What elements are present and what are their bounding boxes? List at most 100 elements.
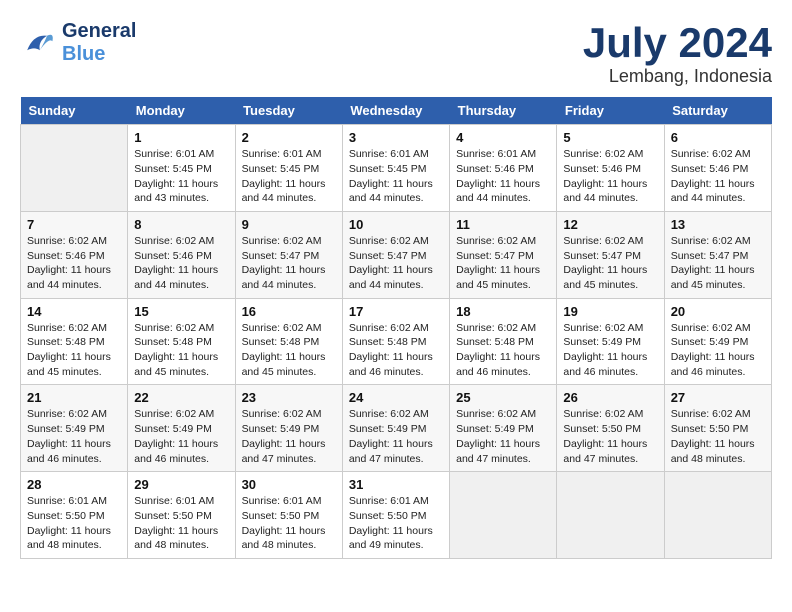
cell-details: Sunrise: 6:01 AMSunset: 5:50 PMDaylight:…: [134, 494, 228, 553]
calendar-cell: 7 Sunrise: 6:02 AMSunset: 5:46 PMDaylight…: [21, 211, 128, 298]
cell-details: Sunrise: 6:02 AMSunset: 5:49 PMDaylight:…: [27, 407, 121, 466]
day-number: 16: [242, 304, 336, 319]
day-number: 10: [349, 217, 443, 232]
cell-details: Sunrise: 6:02 AMSunset: 5:48 PMDaylight:…: [27, 321, 121, 380]
cell-details: Sunrise: 6:01 AMSunset: 5:50 PMDaylight:…: [242, 494, 336, 553]
cell-details: Sunrise: 6:02 AMSunset: 5:46 PMDaylight:…: [27, 234, 121, 293]
calendar-cell: 5 Sunrise: 6:02 AMSunset: 5:46 PMDaylight…: [557, 125, 664, 212]
cell-details: Sunrise: 6:02 AMSunset: 5:49 PMDaylight:…: [349, 407, 443, 466]
calendar-cell: 14 Sunrise: 6:02 AMSunset: 5:48 PMDayligh…: [21, 298, 128, 385]
header-cell-sunday: Sunday: [21, 97, 128, 125]
day-number: 12: [563, 217, 657, 232]
cell-details: Sunrise: 6:01 AMSunset: 5:50 PMDaylight:…: [349, 494, 443, 553]
title-section: July 2024 Lembang, Indonesia: [583, 20, 772, 87]
calendar-cell: 30 Sunrise: 6:01 AMSunset: 5:50 PMDayligh…: [235, 472, 342, 559]
day-number: 26: [563, 390, 657, 405]
day-number: 7: [27, 217, 121, 232]
calendar-cell: 22 Sunrise: 6:02 AMSunset: 5:49 PMDayligh…: [128, 385, 235, 472]
day-number: 27: [671, 390, 765, 405]
calendar-cell: 27 Sunrise: 6:02 AMSunset: 5:50 PMDayligh…: [664, 385, 771, 472]
calendar-cell: 20 Sunrise: 6:02 AMSunset: 5:49 PMDayligh…: [664, 298, 771, 385]
cell-details: Sunrise: 6:01 AMSunset: 5:45 PMDaylight:…: [242, 147, 336, 206]
week-row-5: 28 Sunrise: 6:01 AMSunset: 5:50 PMDayligh…: [21, 472, 772, 559]
calendar-cell: 13 Sunrise: 6:02 AMSunset: 5:47 PMDayligh…: [664, 211, 771, 298]
cell-details: Sunrise: 6:02 AMSunset: 5:48 PMDaylight:…: [242, 321, 336, 380]
calendar-cell: 15Sunrise: 6:02 AMSunset: 5:48 PMDayligh…: [128, 298, 235, 385]
day-number: 8: [134, 217, 228, 232]
calendar-cell: 6Sunrise: 6:02 AMSunset: 5:46 PMDaylight…: [664, 125, 771, 212]
calendar-cell: 4 Sunrise: 6:01 AMSunset: 5:46 PMDaylight…: [450, 125, 557, 212]
cell-details: Sunrise: 6:02 AMSunset: 5:49 PMDaylight:…: [134, 407, 228, 466]
cell-details: Sunrise: 6:02 AMSunset: 5:46 PMDaylight:…: [134, 234, 228, 293]
day-number: 5: [563, 130, 657, 145]
day-number: 17: [349, 304, 443, 319]
cell-details: Sunrise: 6:02 AMSunset: 5:47 PMDaylight:…: [563, 234, 657, 293]
day-number: 21: [27, 390, 121, 405]
header-cell-tuesday: Tuesday: [235, 97, 342, 125]
cell-details: Sunrise: 6:02 AMSunset: 5:49 PMDaylight:…: [671, 321, 765, 380]
week-row-1: 1 Sunrise: 6:01 AMSunset: 5:45 PMDaylight…: [21, 125, 772, 212]
calendar-cell: 8 Sunrise: 6:02 AMSunset: 5:46 PMDaylight…: [128, 211, 235, 298]
calendar-cell: [664, 472, 771, 559]
cell-details: Sunrise: 6:02 AMSunset: 5:48 PMDaylight:…: [134, 321, 228, 380]
calendar-cell: 1 Sunrise: 6:01 AMSunset: 5:45 PMDaylight…: [128, 125, 235, 212]
calendar-cell: 10 Sunrise: 6:02 AMSunset: 5:47 PMDayligh…: [342, 211, 449, 298]
header: General Blue July 2024 Lembang, Indonesi…: [20, 20, 772, 87]
calendar-cell: 18Sunrise: 6:02 AMSunset: 5:48 PMDayligh…: [450, 298, 557, 385]
calendar-cell: 21 Sunrise: 6:02 AMSunset: 5:49 PMDayligh…: [21, 385, 128, 472]
calendar-table: SundayMondayTuesdayWednesdayThursdayFrid…: [20, 97, 772, 559]
calendar-cell: 19Sunrise: 6:02 AMSunset: 5:49 PMDayligh…: [557, 298, 664, 385]
day-number: 19: [563, 304, 657, 319]
calendar-cell: 11 Sunrise: 6:02 AMSunset: 5:47 PMDayligh…: [450, 211, 557, 298]
calendar-header-row: SundayMondayTuesdayWednesdayThursdayFrid…: [21, 97, 772, 125]
day-number: 25: [456, 390, 550, 405]
calendar-cell: [557, 472, 664, 559]
cell-details: Sunrise: 6:02 AMSunset: 5:46 PMDaylight:…: [671, 147, 765, 206]
calendar-cell: 25 Sunrise: 6:02 AMSunset: 5:49 PMDayligh…: [450, 385, 557, 472]
day-number: 4: [456, 130, 550, 145]
cell-details: Sunrise: 6:01 AMSunset: 5:45 PMDaylight:…: [134, 147, 228, 206]
calendar-cell: 12 Sunrise: 6:02 AMSunset: 5:47 PMDayligh…: [557, 211, 664, 298]
cell-details: Sunrise: 6:02 AMSunset: 5:49 PMDaylight:…: [456, 407, 550, 466]
day-number: 29: [134, 477, 228, 492]
day-number: 24: [349, 390, 443, 405]
cell-details: Sunrise: 6:02 AMSunset: 5:47 PMDaylight:…: [242, 234, 336, 293]
month-title: July 2024: [583, 20, 772, 66]
cell-details: Sunrise: 6:01 AMSunset: 5:45 PMDaylight:…: [349, 147, 443, 206]
calendar-cell: [450, 472, 557, 559]
day-number: 1: [134, 130, 228, 145]
logo: General Blue: [20, 20, 136, 66]
logo-icon: [20, 25, 56, 61]
cell-details: Sunrise: 6:02 AMSunset: 5:48 PMDaylight:…: [349, 321, 443, 380]
header-cell-wednesday: Wednesday: [342, 97, 449, 125]
cell-details: Sunrise: 6:02 AMSunset: 5:50 PMDaylight:…: [671, 407, 765, 466]
calendar-cell: 31 Sunrise: 6:01 AMSunset: 5:50 PMDayligh…: [342, 472, 449, 559]
cell-details: Sunrise: 6:02 AMSunset: 5:47 PMDaylight:…: [671, 234, 765, 293]
day-number: 30: [242, 477, 336, 492]
day-number: 22: [134, 390, 228, 405]
calendar-cell: 3 Sunrise: 6:01 AMSunset: 5:45 PMDaylight…: [342, 125, 449, 212]
cell-details: Sunrise: 6:02 AMSunset: 5:47 PMDaylight:…: [456, 234, 550, 293]
cell-details: Sunrise: 6:01 AMSunset: 5:46 PMDaylight:…: [456, 147, 550, 206]
cell-details: Sunrise: 6:02 AMSunset: 5:46 PMDaylight:…: [563, 147, 657, 206]
header-cell-monday: Monday: [128, 97, 235, 125]
day-number: 3: [349, 130, 443, 145]
cell-details: Sunrise: 6:02 AMSunset: 5:47 PMDaylight:…: [349, 234, 443, 293]
calendar-cell: 16 Sunrise: 6:02 AMSunset: 5:48 PMDayligh…: [235, 298, 342, 385]
week-row-2: 7 Sunrise: 6:02 AMSunset: 5:46 PMDaylight…: [21, 211, 772, 298]
cell-details: Sunrise: 6:02 AMSunset: 5:49 PMDaylight:…: [242, 407, 336, 466]
calendar-cell: 24 Sunrise: 6:02 AMSunset: 5:49 PMDayligh…: [342, 385, 449, 472]
day-number: 9: [242, 217, 336, 232]
day-number: 23: [242, 390, 336, 405]
header-cell-thursday: Thursday: [450, 97, 557, 125]
header-cell-saturday: Saturday: [664, 97, 771, 125]
logo-text: General Blue: [62, 20, 136, 66]
day-number: 20: [671, 304, 765, 319]
day-number: 13: [671, 217, 765, 232]
day-number: 28: [27, 477, 121, 492]
day-number: 14: [27, 304, 121, 319]
calendar-cell: 2Sunrise: 6:01 AMSunset: 5:45 PMDaylight…: [235, 125, 342, 212]
day-number: 31: [349, 477, 443, 492]
day-number: 11: [456, 217, 550, 232]
calendar-cell: 29 Sunrise: 6:01 AMSunset: 5:50 PMDayligh…: [128, 472, 235, 559]
